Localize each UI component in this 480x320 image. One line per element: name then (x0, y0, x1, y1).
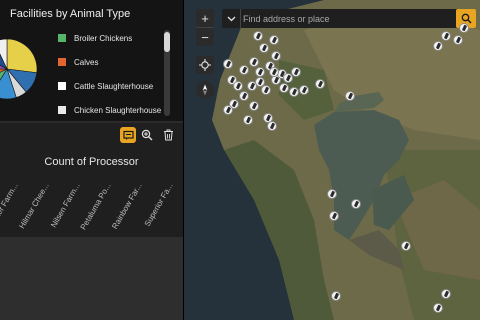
legend-label: Broiler Chickens (74, 33, 133, 43)
facility-marker[interactable] (459, 23, 469, 33)
facility-marker[interactable] (259, 43, 269, 53)
facility-marker[interactable] (453, 35, 463, 45)
facility-marker[interactable] (223, 105, 233, 115)
legend-scrollbar[interactable] (164, 30, 170, 116)
legend-label: Calves (74, 57, 99, 67)
legend-swatch (58, 34, 66, 42)
bar-chart-panel: Count of Processor Foster Farm... Hilmar … (0, 123, 183, 237)
legend-swatch (58, 82, 66, 90)
legend-swatch (58, 106, 66, 114)
map-view[interactable]: + − (184, 0, 480, 320)
legend-label: Cattle Slaughterhouse (74, 81, 154, 91)
facility-marker[interactable] (253, 31, 263, 41)
legend-label: Chicken Slaughterhouse (74, 105, 162, 115)
facility-marker[interactable] (269, 35, 279, 45)
search-widget (222, 9, 458, 28)
pie-chart-title: Facilities by Animal Type (10, 8, 131, 20)
facility-marker[interactable] (401, 241, 411, 251)
pie-legend: Broiler Chickens Calves Cattle Slaughter… (58, 26, 161, 121)
facility-marker[interactable] (223, 59, 233, 69)
pie-chart-panel: Facilities by Animal Type Broiler Chicke… (0, 0, 183, 121)
facility-marker[interactable] (267, 121, 277, 131)
facility-marker[interactable] (255, 67, 265, 77)
facility-marker[interactable] (271, 51, 281, 61)
facility-marker[interactable] (243, 115, 253, 125)
facility-marker[interactable] (441, 289, 451, 299)
x-axis-tick-label: Nilsen Farm... (49, 182, 82, 230)
bar-chart-x-axis: Foster Farm...Hilmar Chee...Nilsen Farm.… (0, 182, 175, 232)
search-source-dropdown[interactable] (222, 9, 241, 28)
compass-icon (202, 84, 208, 96)
x-axis-tick-label: Foster Farm... (0, 182, 20, 230)
legend-item[interactable]: Broiler Chickens (58, 26, 161, 50)
facility-marker[interactable] (269, 67, 279, 77)
chevron-down-icon (227, 16, 235, 21)
facility-marker[interactable] (433, 41, 443, 51)
x-axis-tick-label: Petaluma Po... (79, 182, 113, 232)
legend-item[interactable]: Chicken Slaughterhouse (58, 98, 161, 121)
facility-marker[interactable] (239, 65, 249, 75)
facility-marker[interactable] (327, 189, 337, 199)
facility-marker[interactable] (299, 85, 309, 95)
legend-swatch (58, 58, 66, 66)
facility-marker[interactable] (315, 79, 325, 89)
facility-marker[interactable] (249, 57, 259, 67)
facility-marker[interactable] (433, 303, 443, 313)
facility-marker[interactable] (441, 31, 451, 41)
facility-marker[interactable] (289, 87, 299, 97)
facility-marker[interactable] (329, 211, 339, 221)
panel-footer-area (0, 237, 183, 320)
facility-marker[interactable] (351, 199, 361, 209)
facility-marker[interactable] (249, 101, 259, 111)
zoom-out-button[interactable]: − (196, 28, 214, 46)
compass-button[interactable] (196, 81, 214, 99)
facility-marker[interactable] (279, 83, 289, 93)
zoom-in-button[interactable]: + (196, 9, 214, 28)
facility-marker[interactable] (255, 77, 265, 87)
facility-marker[interactable] (239, 91, 249, 101)
x-axis-tick-label: Superior Fa... (143, 182, 175, 228)
facility-marker[interactable] (283, 73, 293, 83)
facility-marker[interactable] (233, 81, 243, 91)
pie-chart[interactable] (0, 38, 38, 100)
locate-button[interactable] (196, 56, 214, 74)
search-input[interactable] (243, 9, 453, 28)
x-axis-tick-label: Rainbow Far... (110, 182, 144, 231)
locate-icon (199, 59, 211, 71)
legend-item[interactable]: Calves (58, 50, 161, 74)
facility-marker[interactable] (331, 291, 341, 301)
legend-item[interactable]: Cattle Slaughterhouse (58, 74, 161, 98)
facility-marker[interactable] (345, 91, 355, 101)
legend-scroll-thumb[interactable] (164, 32, 170, 52)
x-axis-tick-label: Hilmar Chee... (17, 182, 50, 231)
pie-slice[interactable] (6, 38, 38, 74)
facility-marker[interactable] (261, 85, 271, 95)
